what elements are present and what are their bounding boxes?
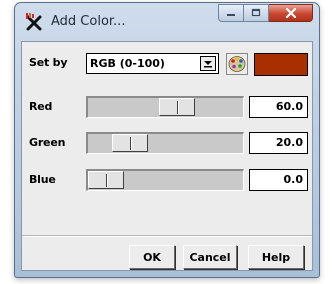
dropdown-button[interactable] bbox=[200, 56, 216, 71]
green-slider-thumb[interactable] bbox=[112, 134, 148, 152]
color-model-select[interactable]: RGB (0-100) bbox=[86, 53, 219, 74]
thumb-grip bbox=[130, 137, 132, 150]
blue-value-field[interactable]: 0.0 bbox=[249, 169, 308, 191]
green-label: Green bbox=[29, 136, 66, 149]
blue-slider-thumb[interactable] bbox=[88, 171, 124, 189]
ok-button[interactable]: OK bbox=[129, 245, 175, 269]
palette-button[interactable] bbox=[226, 53, 248, 75]
thumb-grip bbox=[106, 174, 108, 187]
red-slider-thumb[interactable] bbox=[159, 98, 195, 116]
color-model-value: RGB (0-100) bbox=[90, 57, 165, 70]
red-value-field[interactable]: 60.0 bbox=[249, 96, 308, 118]
blue-slider[interactable] bbox=[86, 169, 244, 191]
close-icon bbox=[285, 7, 296, 19]
dialog-body: Set by RGB (0-100) Red 60.0 Green 20.0 B… bbox=[21, 41, 313, 271]
maximize-icon bbox=[251, 8, 261, 17]
red-label: Red bbox=[29, 100, 53, 113]
blue-label: Blue bbox=[29, 173, 56, 186]
minimize-button[interactable] bbox=[218, 4, 244, 22]
separator bbox=[22, 235, 312, 237]
color-swatch bbox=[254, 53, 308, 76]
add-color-icon bbox=[26, 13, 42, 31]
cancel-button[interactable]: Cancel bbox=[183, 245, 237, 269]
red-slider[interactable] bbox=[86, 96, 244, 118]
help-button[interactable]: Help bbox=[248, 245, 304, 269]
caption-buttons bbox=[218, 4, 313, 22]
palette-icon bbox=[228, 56, 246, 72]
green-slider[interactable] bbox=[86, 132, 244, 154]
green-value-field[interactable]: 20.0 bbox=[249, 132, 308, 154]
set-by-label: Set by bbox=[29, 56, 68, 69]
close-button[interactable] bbox=[269, 4, 313, 22]
chevron-down-icon bbox=[204, 61, 212, 68]
maximize-button[interactable] bbox=[244, 4, 269, 22]
add-color-dialog: Add Color... Set by RGB (0-100) Red 60.0… bbox=[14, 2, 320, 278]
thumb-grip bbox=[177, 101, 179, 114]
minimize-icon bbox=[227, 14, 235, 16]
window-title: Add Color... bbox=[51, 14, 126, 29]
